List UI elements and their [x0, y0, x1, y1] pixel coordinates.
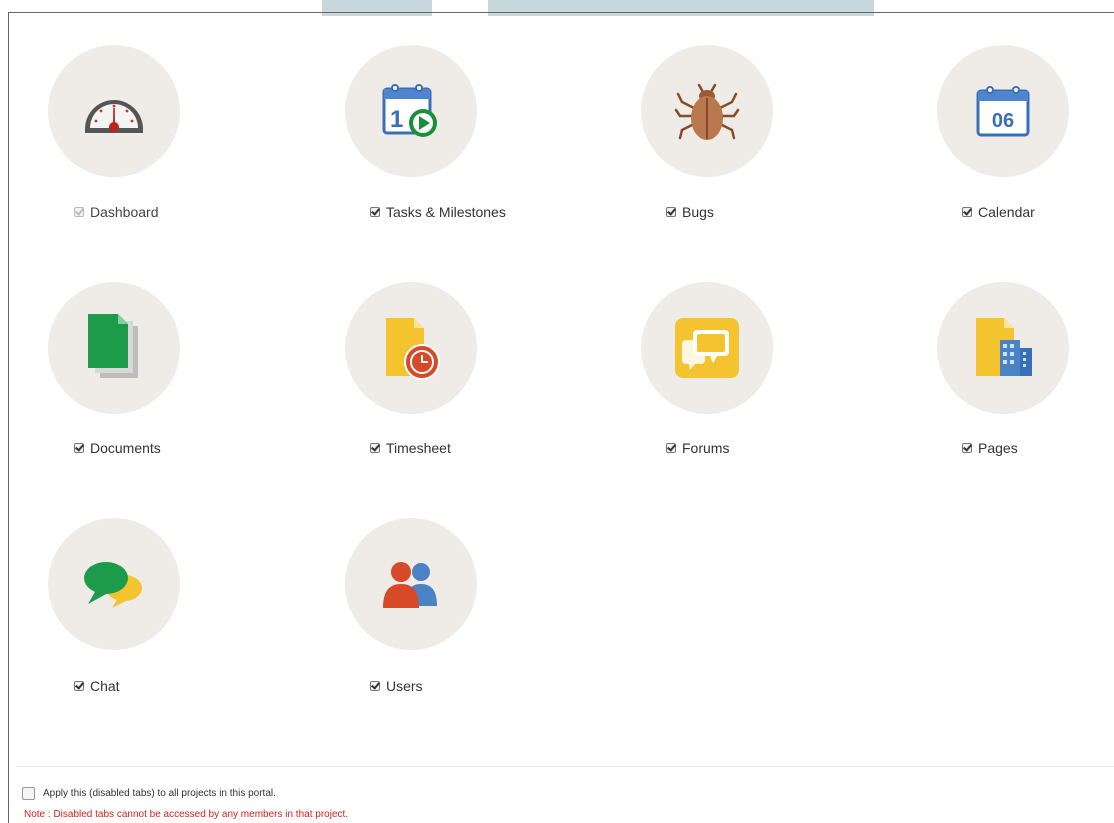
label-row-documents[interactable]: Documents — [74, 440, 161, 456]
timesheet-clock-icon — [386, 318, 440, 380]
pages-label: Pages — [978, 440, 1018, 456]
forums-label: Forums — [682, 440, 730, 456]
svg-text:1: 1 — [390, 106, 403, 133]
users-checkbox[interactable] — [370, 681, 380, 691]
bugs-label: Bugs — [682, 204, 714, 220]
chat-circle[interactable] — [48, 518, 180, 650]
dashboard-circle[interactable] — [48, 45, 180, 177]
calendar-play-icon: 1 — [382, 84, 437, 137]
users-label: Users — [386, 678, 423, 694]
footer-divider — [16, 766, 1114, 767]
dashboard-label: Dashboard — [90, 204, 159, 220]
chat-label: Chat — [90, 678, 120, 694]
chat-bubbles-icon — [84, 562, 142, 608]
bugs-circle[interactable] — [641, 45, 773, 177]
label-row-pages[interactable]: Pages — [962, 440, 1018, 456]
forums-checkbox[interactable] — [666, 443, 676, 453]
timesheet-label: Timesheet — [386, 440, 451, 456]
documents-circle[interactable] — [48, 282, 180, 414]
calendar-icon: 06 — [976, 86, 1030, 137]
tasks-checkbox[interactable] — [370, 207, 380, 217]
documents-checkbox[interactable] — [74, 443, 84, 453]
pages-checkbox[interactable] — [962, 443, 972, 453]
users-circle[interactable] — [345, 518, 477, 650]
label-row-chat[interactable]: Chat — [74, 678, 120, 694]
label-row-bugs[interactable]: Bugs — [666, 204, 714, 220]
tasks-label: Tasks & Milestones — [386, 204, 506, 220]
module-grid: Dashboard 1 Tasks & Milestones Bugs 06 C… — [0, 0, 1114, 760]
label-row-dashboard[interactable]: Dashboard — [74, 204, 159, 220]
bugs-checkbox[interactable] — [666, 207, 676, 217]
forums-speech-icon — [675, 318, 739, 378]
documents-icon — [88, 314, 138, 378]
calendar-circle[interactable]: 06 — [937, 45, 1069, 177]
apply-all-label: Apply this (disabled tabs) to all projec… — [43, 788, 276, 799]
pages-building-icon — [976, 318, 1032, 376]
documents-label: Documents — [90, 440, 161, 456]
apply-all-checkbox[interactable] — [22, 787, 35, 800]
forums-circle[interactable] — [641, 282, 773, 414]
apply-all-row[interactable]: Apply this (disabled tabs) to all projec… — [22, 787, 276, 800]
timesheet-checkbox[interactable] — [370, 443, 380, 453]
users-icon — [383, 562, 437, 608]
label-row-forums[interactable]: Forums — [666, 440, 729, 456]
label-row-timesheet[interactable]: Timesheet — [370, 440, 451, 456]
tasks-circle[interactable]: 1 — [345, 45, 477, 177]
label-row-tasks[interactable]: Tasks & Milestones — [370, 204, 506, 220]
bug-icon — [674, 83, 740, 140]
pages-circle[interactable] — [937, 282, 1069, 414]
calendar-label: Calendar — [978, 204, 1035, 220]
calendar-checkbox[interactable] — [962, 207, 972, 217]
label-row-calendar[interactable]: Calendar — [962, 204, 1035, 220]
label-row-users[interactable]: Users — [370, 678, 423, 694]
timesheet-circle[interactable] — [345, 282, 477, 414]
dashboard-checkbox[interactable] — [74, 207, 84, 217]
dashboard-gauge-icon — [85, 100, 143, 133]
disabled-tabs-note: Note : Disabled tabs cannot be accessed … — [24, 809, 349, 820]
calendar-day-text: 06 — [992, 110, 1014, 132]
chat-checkbox[interactable] — [74, 681, 84, 691]
